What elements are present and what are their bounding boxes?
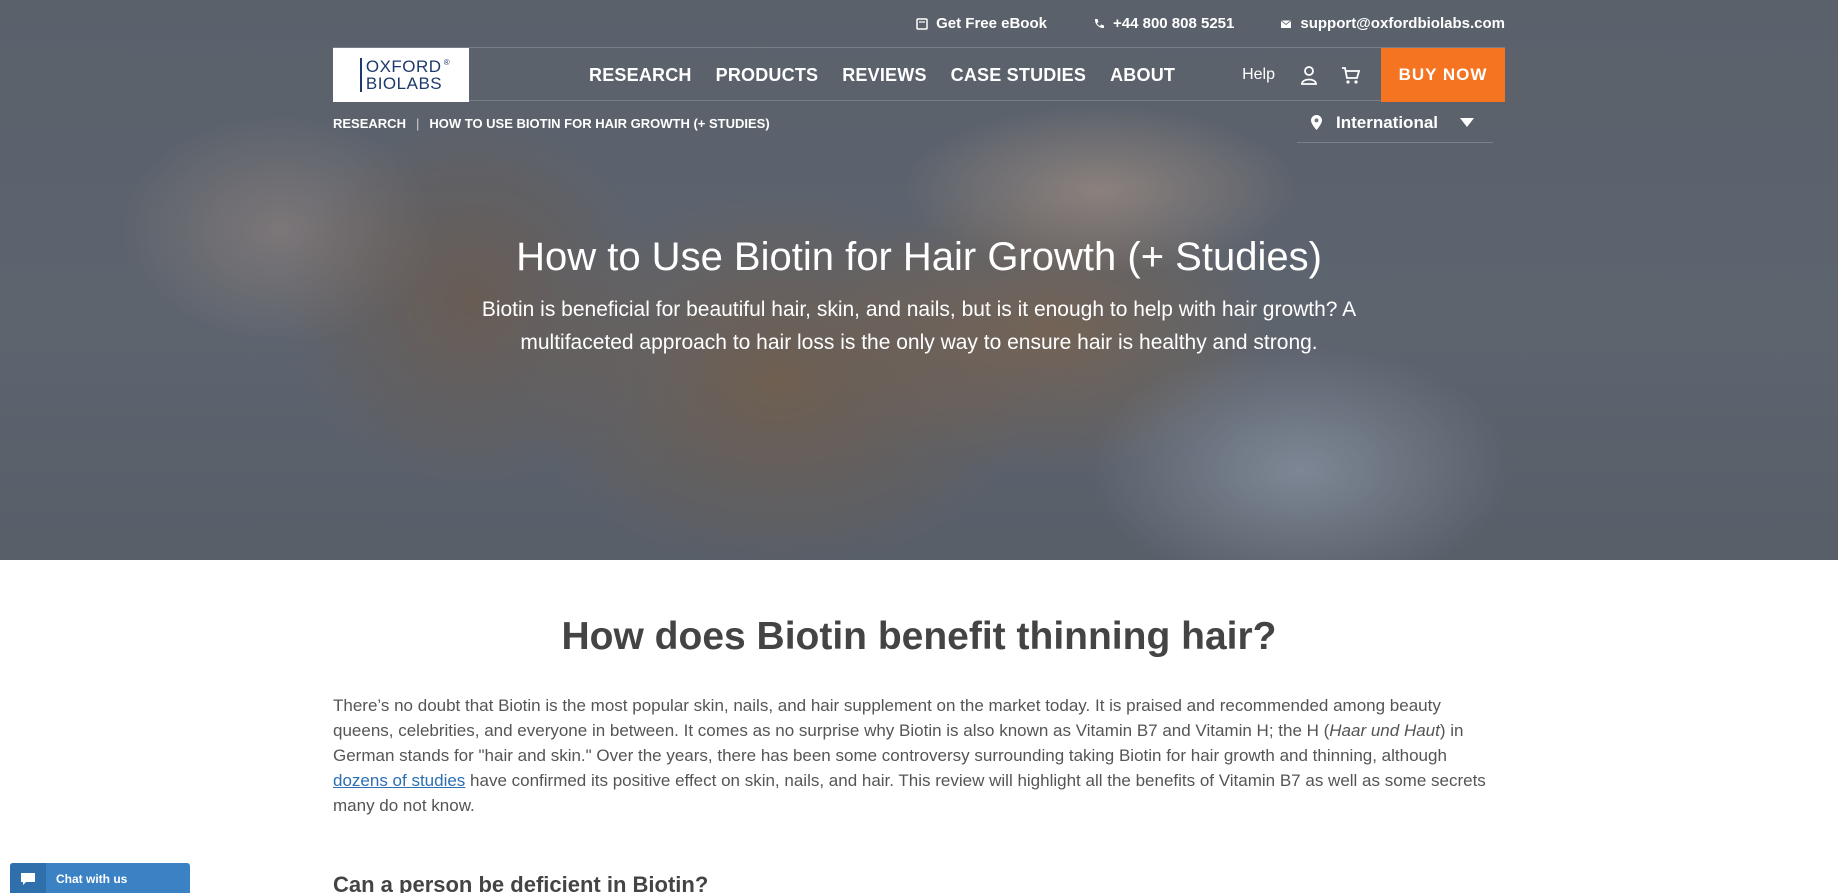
user-icon: [1301, 66, 1317, 85]
phone-icon: [1094, 18, 1104, 28]
email-link[interactable]: support@oxfordbiolabs.com: [1280, 15, 1505, 32]
breadcrumb-separator: |: [415, 116, 420, 131]
logo[interactable]: OXFORD BIOLABS ®: [333, 48, 469, 102]
help-link[interactable]: Help: [1242, 66, 1275, 84]
logo-line-1: OXFORD: [365, 57, 442, 76]
nav-actions: Help BUY NOW: [1242, 48, 1505, 102]
phone-label: +44 800 808 5251: [1112, 15, 1235, 32]
intro-text-3: have confirmed its positive effect on sk…: [333, 771, 1486, 815]
ebook-link[interactable]: Get Free eBook: [916, 15, 1047, 32]
nav-research[interactable]: RESEARCH: [589, 65, 692, 86]
chat-widget[interactable]: Chat with us: [10, 863, 190, 893]
breadcrumb: RESEARCH | HOW TO USE BIOTIN FOR HAIR GR…: [333, 116, 770, 131]
mail-icon: [1281, 19, 1292, 28]
intro-text-1: There’s no doubt that Biotin is the most…: [333, 696, 1441, 740]
chat-label: Chat with us: [56, 872, 128, 886]
region-label: International: [1336, 112, 1439, 132]
utility-bar: Get Free eBook +44 800 808 5251 support@…: [916, 15, 1505, 32]
intro-paragraph: There’s no doubt that Biotin is the most…: [333, 693, 1505, 818]
breadcrumb-current: HOW TO USE BIOTIN FOR HAIR GROWTH (+ STU…: [429, 116, 770, 131]
region-selector[interactable]: International: [1297, 103, 1493, 143]
subheading: Can a person be deficient in Biotin?: [333, 872, 709, 893]
email-label: support@oxfordbiolabs.com: [1300, 15, 1505, 32]
article-content: How does Biotin benefit thinning hair? T…: [333, 560, 1505, 893]
intro-emphasis: Haar und Haut: [1329, 721, 1440, 740]
nav-reviews[interactable]: REVIEWS: [842, 65, 926, 86]
page-subtitle: Biotin is beneficial for beautiful hair,…: [481, 298, 1357, 354]
section-heading: How does Biotin benefit thinning hair?: [561, 615, 1277, 658]
location-pin-icon: [1311, 115, 1322, 130]
breadcrumb-parent[interactable]: RESEARCH: [333, 116, 406, 131]
logo-mark: OXFORD BIOLABS ®: [359, 57, 450, 93]
nav-products[interactable]: PRODUCTS: [716, 65, 819, 86]
page-title: How to Use Biotin for Hair Growth (+ Stu…: [516, 235, 1322, 279]
book-icon: [916, 17, 928, 30]
logo-line-2: BIOLABS: [365, 74, 443, 93]
chevron-down-icon: [1460, 118, 1475, 127]
main-navigation: OXFORD BIOLABS ® RESEARCH PRODUCTS REVIE…: [333, 47, 1505, 102]
ebook-label: Get Free eBook: [936, 15, 1047, 32]
nav-case-studies[interactable]: CASE STUDIES: [951, 65, 1086, 86]
hero-banner: Get Free eBook +44 800 808 5251 support@…: [0, 0, 1838, 560]
logo-registered: ®: [443, 58, 451, 67]
account-button[interactable]: [1297, 63, 1321, 87]
nav-links: RESEARCH PRODUCTS REVIEWS CASE STUDIES A…: [589, 48, 1175, 102]
cart-icon: [1342, 67, 1361, 84]
cart-button[interactable]: [1339, 63, 1363, 87]
studies-link[interactable]: dozens of studies: [333, 771, 465, 790]
nav-about[interactable]: ABOUT: [1110, 65, 1175, 86]
chat-bubble-icon: [10, 863, 46, 893]
phone-link[interactable]: +44 800 808 5251: [1093, 15, 1234, 32]
buy-now-button[interactable]: BUY NOW: [1381, 48, 1505, 102]
